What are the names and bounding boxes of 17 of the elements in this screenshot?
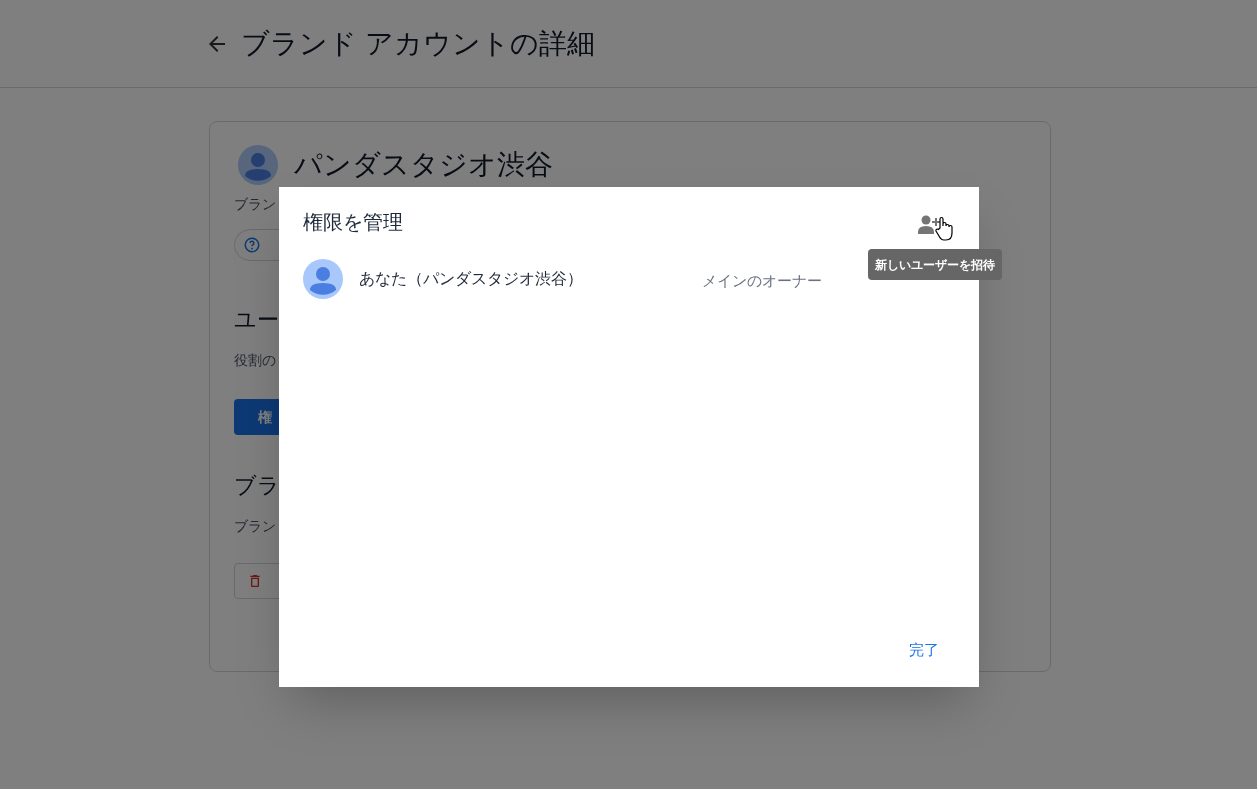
tooltip: 新しいユーザーを招待 — [868, 249, 1002, 280]
trash-icon — [247, 573, 263, 589]
section-text: 役割の — [234, 351, 276, 370]
done-button[interactable]: 完了 — [893, 634, 955, 665]
dialog-title: 権限を管理 — [303, 210, 403, 235]
member-role: メインのオーナー — [702, 270, 822, 291]
section-text: ブラン — [234, 517, 276, 536]
member-name: あなた（パンダスタジオ渋谷） — [359, 269, 584, 289]
avatar-icon — [238, 145, 278, 185]
help-icon — [243, 236, 261, 254]
section-heading: ユー — [234, 306, 279, 334]
description-text: ブラン — [234, 195, 276, 214]
hand-cursor-icon — [935, 216, 953, 242]
account-name: パンダスタジオ渋谷 — [294, 148, 553, 182]
page-title: ブランド アカウントの詳細 — [241, 26, 595, 61]
avatar-icon — [303, 259, 343, 299]
section-heading: ブラ — [234, 472, 280, 500]
